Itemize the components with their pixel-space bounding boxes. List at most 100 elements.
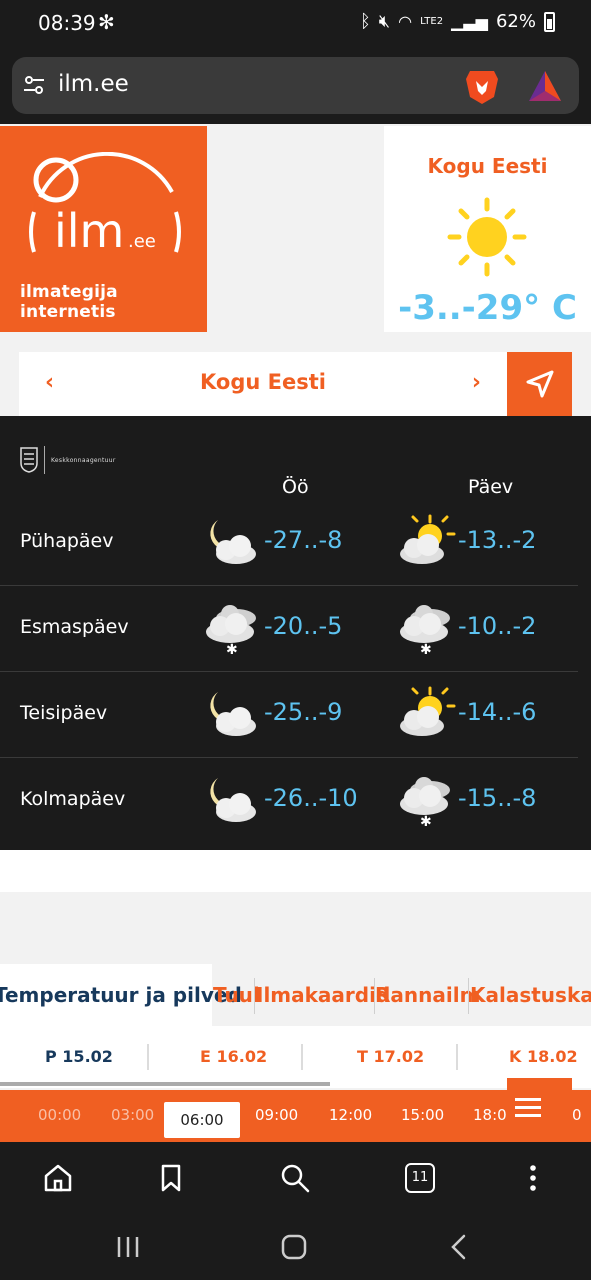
- forecast-panel: Keskkonnaagentuur Öö Päev Pühapäev -27..-…: [0, 416, 591, 850]
- search-icon[interactable]: [279, 1162, 311, 1194]
- system-navigation-bar: [0, 1214, 591, 1280]
- sun-cloud-icon: [394, 514, 458, 570]
- home-icon[interactable]: [42, 1162, 74, 1194]
- date-selector: P 15.02 E 16.02 T 17.02 K 18.02: [0, 1026, 591, 1088]
- date-separator: [147, 1044, 149, 1070]
- spacer-band: [0, 850, 591, 892]
- tab-kalastuskalender[interactable]: Kalastuskale: [470, 964, 591, 1026]
- site-settings-icon[interactable]: [22, 73, 46, 97]
- day-temperature: -10..-2: [458, 612, 537, 640]
- time-item[interactable]: 12:00: [329, 1106, 372, 1124]
- forecast-row[interactable]: Kolmapäev -26..-10 ✱ -15..-8: [0, 758, 578, 844]
- forecast-row[interactable]: Teisipäev -25..-9 -14..-6: [0, 672, 578, 758]
- svg-text:✱: ✱: [226, 642, 238, 656]
- night-temperature: -25..-9: [264, 698, 343, 726]
- more-options-icon[interactable]: [517, 1162, 549, 1194]
- tab-ilmakaardid[interactable]: Ilmakaardid: [256, 964, 390, 1026]
- horizontal-scrollbar[interactable]: [0, 1082, 330, 1086]
- forecast-row[interactable]: Esmaspäev ✱ -20..-5 ✱ -10..-2: [0, 586, 578, 672]
- forecast-tabs: Temperatuur ja pilved Tuul Ilmakaardid R…: [0, 964, 591, 1026]
- date-item[interactable]: T 17.02: [357, 1047, 424, 1066]
- day-name: Teisipäev: [20, 702, 108, 724]
- day-name: Pühapäev: [20, 530, 114, 552]
- time-selector: 00:00 03:00 06:00 09:00 12:00 15:00 18:0…: [0, 1078, 591, 1142]
- recent-apps-icon[interactable]: [114, 1234, 142, 1260]
- hamburger-icon: [515, 1098, 541, 1101]
- tab-rannailm[interactable]: Rannailm: [375, 964, 480, 1026]
- status-time: 08:39: [38, 11, 96, 35]
- day-name: Kolmapäev: [20, 788, 126, 810]
- home-nav-icon[interactable]: [280, 1233, 308, 1261]
- time-item[interactable]: 0: [572, 1106, 582, 1124]
- network-label: LTE2: [420, 16, 444, 27]
- svg-text:✱: ✱: [420, 642, 432, 656]
- menu-button[interactable]: [507, 1078, 572, 1132]
- status-icons: ᛒ 🔇︎ ◠ LTE2 ▁▃▅ 62%: [360, 11, 555, 32]
- logo-wordmark-suffix: .ee: [128, 231, 156, 252]
- current-weather-card[interactable]: Kogu Eesti -3..-29° C: [384, 126, 591, 332]
- time-item[interactable]: 00:00: [38, 1106, 81, 1124]
- date-item[interactable]: E 16.02: [200, 1047, 267, 1066]
- locate-button[interactable]: [507, 352, 572, 416]
- moon-cloud-icon: [200, 686, 264, 742]
- night-column-header: Öö: [282, 476, 309, 498]
- next-region-button[interactable]: ›: [472, 370, 481, 395]
- agency-logo: Keskkonnaagentuur: [20, 446, 116, 474]
- time-item[interactable]: 03:00: [111, 1106, 154, 1124]
- tabs-button[interactable]: 11: [405, 1163, 435, 1193]
- bluetooth-icon: ᛒ: [359, 11, 371, 32]
- date-item[interactable]: K 18.02: [509, 1047, 578, 1066]
- battery-percent: 62%: [495, 11, 536, 32]
- time-item-selected[interactable]: 06:00: [164, 1102, 240, 1138]
- ilm-logo-icon: ilm .ee: [29, 152, 181, 258]
- url-text[interactable]: ilm.ee: [58, 71, 129, 97]
- navigation-arrow-icon: [526, 370, 554, 398]
- day-temperature: -15..-8: [458, 784, 537, 812]
- hamburger-icon: [515, 1114, 541, 1117]
- date-item[interactable]: P 15.02: [45, 1047, 113, 1066]
- web-page: ilm .ee ilmategija internetis Kogu Eesti…: [0, 124, 591, 1142]
- back-icon[interactable]: [448, 1234, 470, 1260]
- address-bar[interactable]: ilm.ee: [12, 57, 579, 114]
- browser-toolbar: 11: [0, 1142, 591, 1214]
- logo-tagline: ilmategija internetis: [20, 282, 118, 322]
- forecast-row[interactable]: Pühapäev -27..-8 -13..-2: [0, 500, 578, 586]
- summary-region: Kogu Eesti: [427, 154, 548, 178]
- time-item[interactable]: 15:00: [401, 1106, 444, 1124]
- brave-rewards-icon[interactable]: [527, 69, 563, 103]
- tab-separator: [468, 978, 469, 1014]
- day-column-header: Päev: [468, 476, 514, 498]
- night-temperature: -20..-5: [264, 612, 343, 640]
- day-name: Esmaspäev: [20, 616, 129, 638]
- wifi-icon: ◠: [398, 12, 413, 31]
- tab-tuul[interactable]: Tuul: [213, 964, 260, 1026]
- day-temperature: -14..-6: [458, 698, 537, 726]
- sun-icon: [447, 197, 527, 277]
- bookmark-icon[interactable]: [155, 1162, 187, 1194]
- snow-cloud-icon: ✱: [394, 772, 458, 830]
- time-item[interactable]: 09:00: [255, 1106, 298, 1124]
- hamburger-icon: [515, 1106, 541, 1109]
- night-temperature: -26..-10: [264, 784, 358, 812]
- region-selector: ‹ Kogu Eesti ›: [19, 352, 507, 416]
- night-temperature: -27..-8: [264, 526, 343, 554]
- site-logo[interactable]: ilm .ee ilmategija internetis: [0, 126, 207, 332]
- date-separator: [301, 1044, 303, 1070]
- estonian-crest-icon: [20, 447, 38, 473]
- tab-temperatuur-ja-pilved[interactable]: Temperatuur ja pilved: [0, 964, 242, 1026]
- sun-cloud-icon: [394, 686, 458, 742]
- moon-cloud-icon: [200, 772, 264, 828]
- brave-shields-icon[interactable]: [464, 67, 500, 105]
- status-bar: 08:39 ✻ ᛒ 🔇︎ ◠ LTE2 ▁▃▅ 62%: [0, 0, 591, 48]
- snow-cloud-icon: ✱: [394, 600, 458, 658]
- region-name[interactable]: Kogu Eesti: [19, 370, 507, 394]
- mute-icon: 🔇︎: [378, 11, 391, 32]
- summary-temperature: -3..-29° C: [398, 288, 577, 328]
- day-temperature: -13..-2: [458, 526, 537, 554]
- logo-wordmark: ilm: [54, 204, 124, 258]
- time-item[interactable]: 18:00: [473, 1106, 509, 1124]
- agency-separator: [44, 446, 45, 474]
- svg-text:✱: ✱: [420, 814, 432, 828]
- signal-icon: ▁▃▅: [451, 12, 488, 31]
- tab-separator: [254, 978, 255, 1014]
